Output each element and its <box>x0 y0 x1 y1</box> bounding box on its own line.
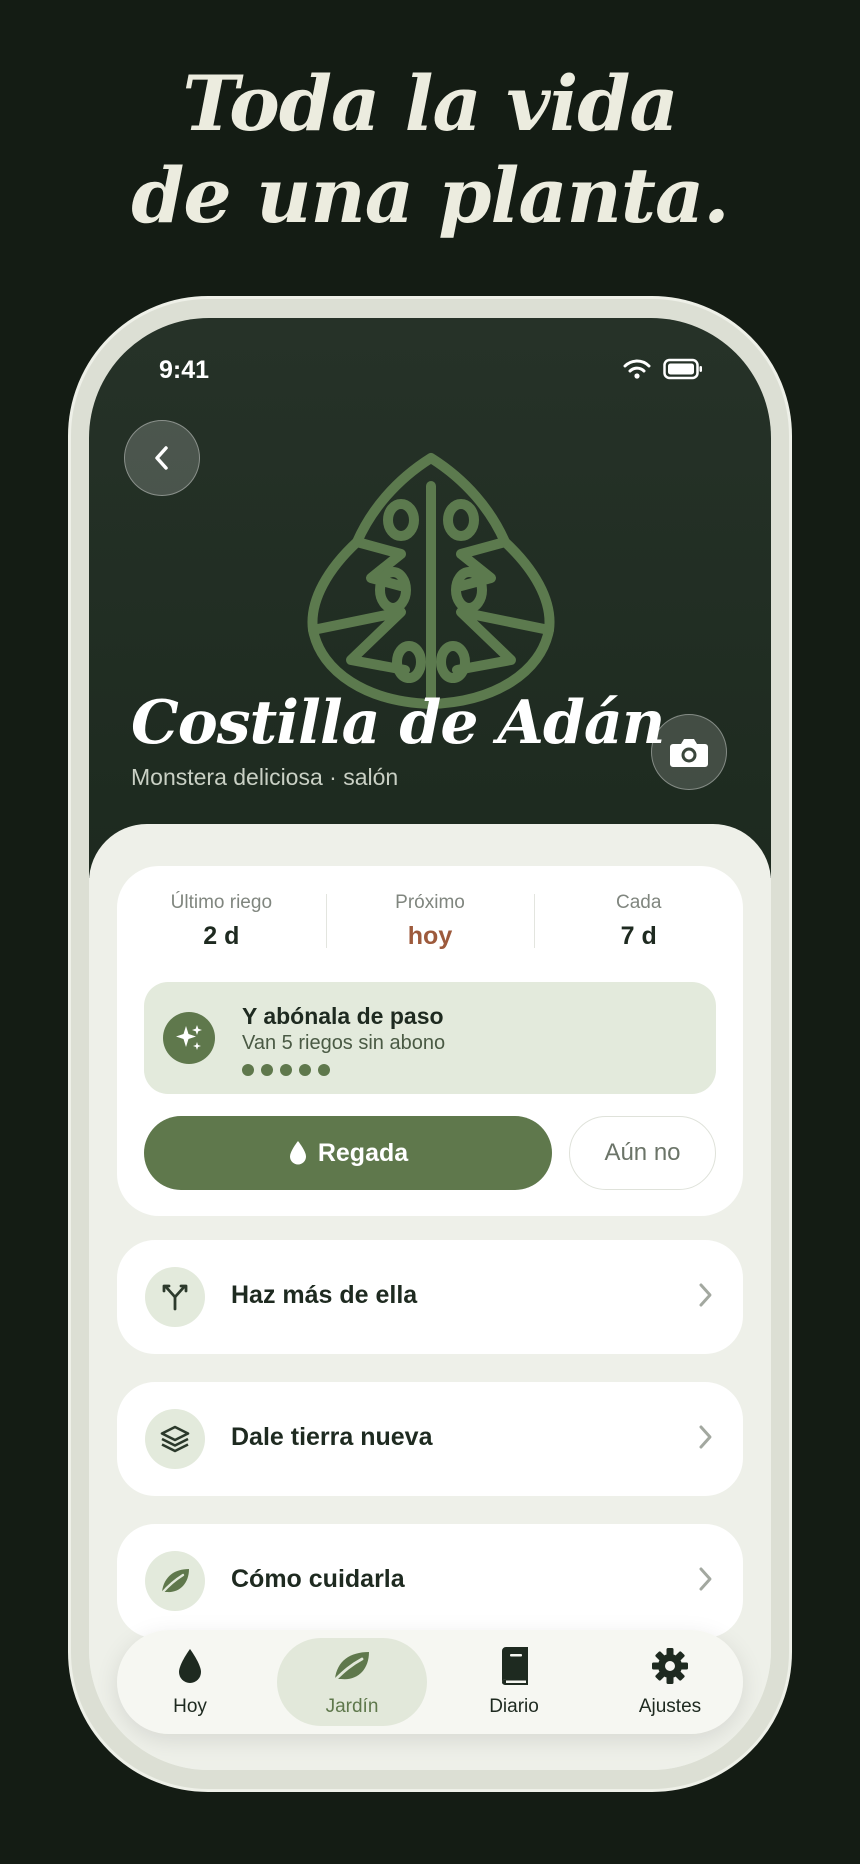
chevron-left-icon <box>155 446 168 470</box>
book-icon <box>449 1644 579 1688</box>
gear-icon <box>605 1644 735 1688</box>
tip-title: Y abónala de paso <box>242 1003 444 1029</box>
camera-icon <box>670 739 708 767</box>
count-dot <box>280 1064 292 1076</box>
count-dot <box>261 1064 273 1076</box>
stat-value: 7 d <box>620 922 657 950</box>
count-dot <box>318 1064 330 1076</box>
tab-label: Hoy <box>173 1696 207 1717</box>
tab-jardin[interactable]: Jardín <box>277 1630 427 1734</box>
headline-line-1: Toda la vida <box>182 59 678 148</box>
count-dot <box>299 1064 311 1076</box>
watering-stats: Último riego 2 d Próximo hoy Cada 7 d <box>117 892 743 951</box>
status-time: 9:41 <box>159 356 210 384</box>
row-label: Haz más de ella <box>231 1281 418 1309</box>
stat-last-watering: Último riego 2 d <box>117 892 326 951</box>
watered-button[interactable]: Regada <box>144 1116 552 1190</box>
status-icons <box>623 358 703 380</box>
stat-label: Último riego <box>170 892 273 913</box>
monstera-leaf-illustration <box>307 453 555 709</box>
not-yet-button-label: Aún no <box>604 1139 681 1166</box>
drop-icon <box>125 1644 255 1688</box>
stat-next-watering: Próximo hoy <box>325 892 535 951</box>
back-button[interactable] <box>124 420 200 496</box>
plant-name: Costilla de Adán <box>131 688 665 758</box>
count-dot <box>242 1064 254 1076</box>
headline-line-2: de una planta. <box>131 151 730 240</box>
plant-hero: 9:41 Costilla de Adán Monstera deliciosa… <box>89 318 771 878</box>
plant-subtitle: Monstera deliciosa · salón <box>131 764 399 790</box>
sparkles-icon <box>163 1012 215 1064</box>
not-yet-button[interactable]: Aún no <box>569 1116 716 1190</box>
watered-button-label: Regada <box>317 1138 409 1167</box>
tip-subtitle: Van 5 riegos sin abono <box>242 1032 446 1054</box>
watering-card: Último riego 2 d Próximo hoy Cada 7 d Y … <box>117 866 743 1216</box>
row-label: Dale tierra nueva <box>231 1423 433 1451</box>
stat-value: hoy <box>407 922 453 950</box>
propagate-icon <box>145 1267 205 1327</box>
fertilize-tip[interactable]: Y abónala de paso Van 5 riegos sin abono <box>144 982 716 1094</box>
layers-icon <box>145 1409 205 1469</box>
row-label: Cómo cuidarla <box>231 1565 405 1593</box>
tab-bar: Hoy Jardín Diario Ajustes <box>117 1630 743 1734</box>
chevron-right-icon <box>699 1283 712 1307</box>
tab-label: Diario <box>489 1696 539 1717</box>
stat-label: Próximo <box>395 892 465 913</box>
wifi-icon <box>623 359 651 379</box>
camera-button[interactable] <box>651 714 727 790</box>
phone-screen: 9:41 Costilla de Adán Monstera deliciosa… <box>89 318 771 1770</box>
stat-value: 2 d <box>203 922 240 950</box>
drop-icon <box>289 1141 306 1165</box>
row-care-guide[interactable]: Cómo cuidarla <box>117 1524 743 1638</box>
row-repot[interactable]: Dale tierra nueva <box>117 1382 743 1496</box>
tab-label: Ajustes <box>638 1696 702 1717</box>
battery-icon <box>663 358 702 380</box>
stat-label: Cada <box>615 892 662 913</box>
tab-diario[interactable]: Diario <box>449 1630 579 1734</box>
tab-ajustes[interactable]: Ajustes <box>605 1630 735 1734</box>
leaf-icon <box>145 1551 205 1611</box>
leaf-icon <box>277 1644 427 1688</box>
stat-interval: Cada 7 d <box>534 892 743 951</box>
tab-label: Jardín <box>325 1696 379 1717</box>
row-propagate[interactable]: Haz más de ella <box>117 1240 743 1354</box>
chevron-right-icon <box>699 1425 712 1449</box>
tab-hoy[interactable]: Hoy <box>125 1630 255 1734</box>
detail-sheet: Último riego 2 d Próximo hoy Cada 7 d Y … <box>89 824 771 1770</box>
watering-count-dots <box>242 1064 330 1076</box>
chevron-right-icon <box>699 1567 712 1591</box>
headline: Toda la vida de una planta. <box>0 58 860 242</box>
